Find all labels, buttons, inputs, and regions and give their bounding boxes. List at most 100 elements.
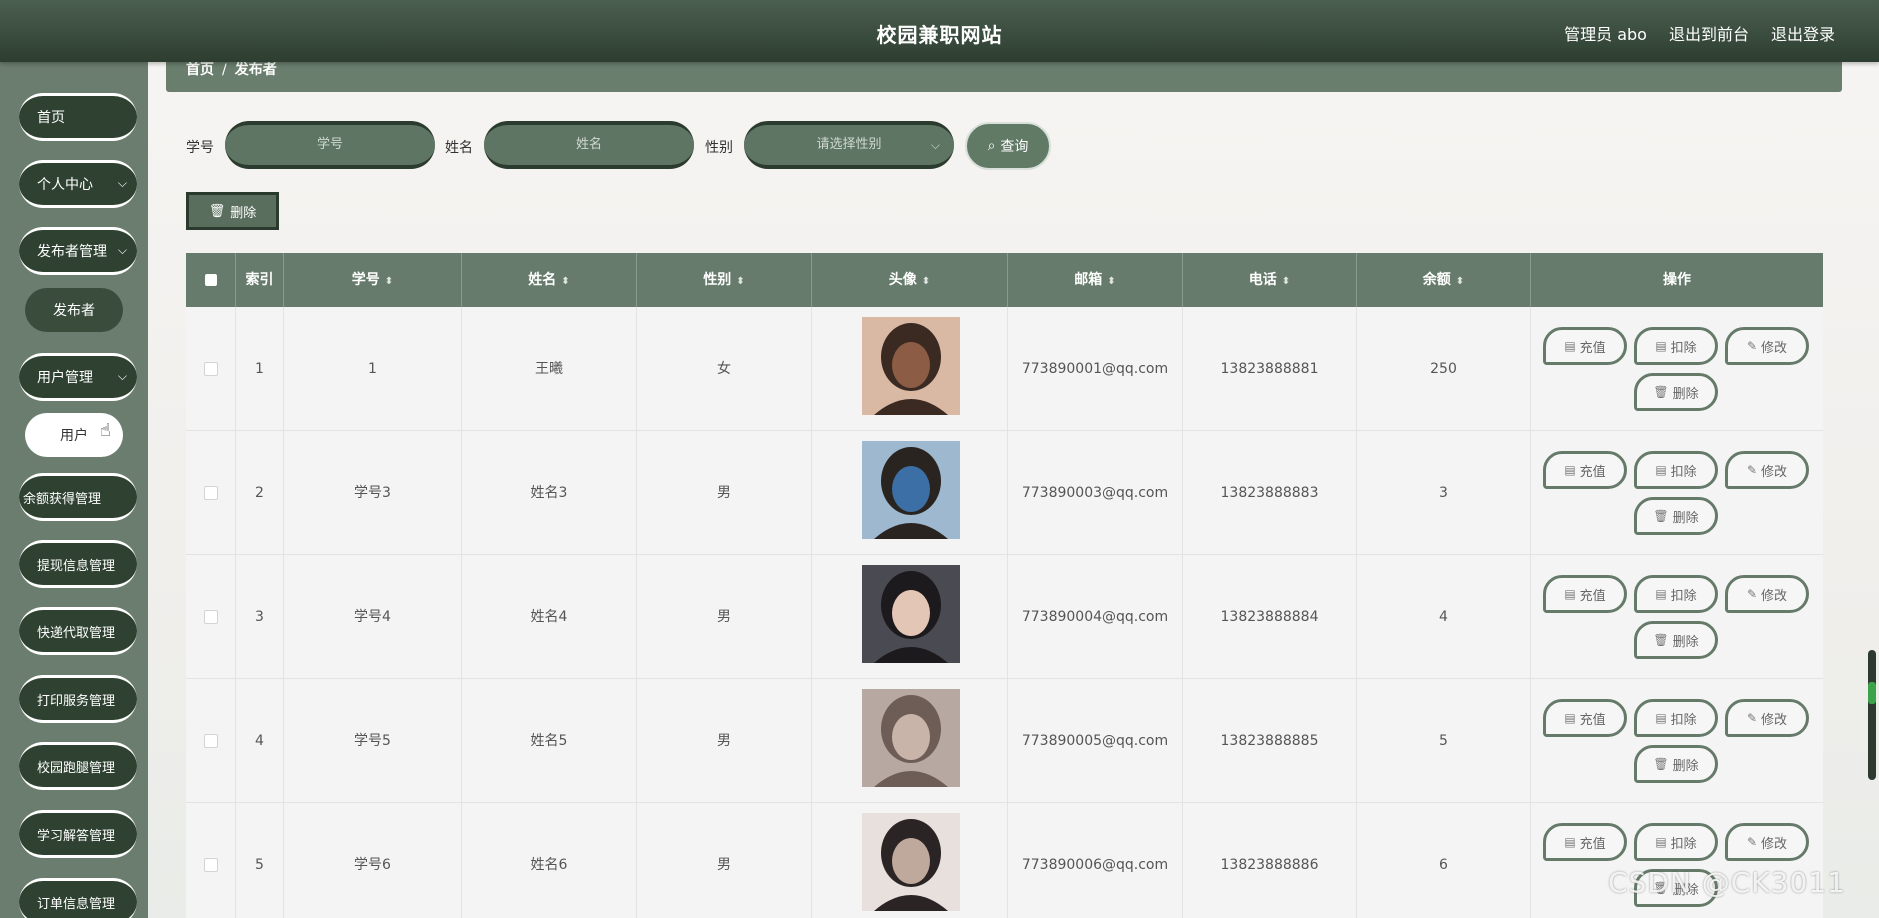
sidebar-item-user-mgmt[interactable]: 用户管理 ⌵ bbox=[19, 353, 137, 401]
recharge-button[interactable]: ▤ 充值 bbox=[1543, 327, 1627, 365]
cell-actions: ▤ 充值 ▤ 扣除 ✎ 修改 🗑 删除 bbox=[1531, 307, 1823, 431]
table-row: 5 学号6 姓名6 男 773890006@qq.com 13823888886… bbox=[186, 803, 1823, 918]
cell-actions: ▤ 充值 ▤ 扣除 ✎ 修改 🗑 删除 bbox=[1531, 803, 1823, 918]
recharge-button[interactable]: ▤ 充值 bbox=[1543, 823, 1627, 861]
cell-xuehao: 学号5 bbox=[284, 679, 462, 803]
row-checkbox[interactable] bbox=[203, 486, 218, 500]
sidebar-item-label: 快递代取管理 bbox=[37, 625, 116, 641]
row-select-cell[interactable] bbox=[186, 431, 236, 555]
row-checkbox[interactable] bbox=[203, 362, 218, 376]
logout-link[interactable]: 退出登录 bbox=[1771, 21, 1835, 45]
scrollbar-thumb[interactable] bbox=[1868, 682, 1876, 704]
sidebar-item-personal-center[interactable]: 个人中心 ⌵ bbox=[19, 160, 137, 208]
xuehao-input[interactable]: 学号 bbox=[225, 121, 435, 169]
sidebar-item-withdraw-mgmt[interactable]: 提现信息管理 bbox=[19, 540, 137, 588]
row-checkbox[interactable] bbox=[203, 734, 218, 748]
select-all-checkbox[interactable] bbox=[204, 274, 217, 286]
table-row: 3 学号4 姓名4 男 773890004@qq.com 13823888884… bbox=[186, 555, 1823, 679]
sort-icon[interactable]: ⬍ bbox=[561, 276, 569, 287]
cell-gender: 男 bbox=[637, 803, 812, 918]
cell-actions: ▤ 充值 ▤ 扣除 ✎ 修改 🗑 删除 bbox=[1531, 431, 1823, 555]
breadcrumb-home[interactable]: 首页 bbox=[186, 62, 214, 78]
row-select-cell[interactable] bbox=[186, 555, 236, 679]
col-header-label: 余额 bbox=[1422, 272, 1451, 288]
edit-pencil-icon: ✎ bbox=[1746, 711, 1758, 725]
sidebar-item-print-mgmt[interactable]: 打印服务管理 bbox=[19, 675, 137, 723]
row-delete-button[interactable]: 🗑 删除 bbox=[1634, 621, 1718, 659]
col-header-avatar[interactable]: 头像 ⬍ bbox=[812, 253, 1008, 307]
search-icon: ⌕ bbox=[987, 138, 996, 154]
sort-icon[interactable]: ⬍ bbox=[736, 276, 744, 287]
gender-select[interactable]: 请选择性别 ⌵ bbox=[744, 121, 954, 169]
cell-avatar bbox=[812, 679, 1008, 803]
sort-icon[interactable]: ⬍ bbox=[385, 276, 393, 287]
sidebar-item-label: 提现信息管理 bbox=[37, 558, 116, 574]
deduct-button[interactable]: ▤ 扣除 bbox=[1634, 699, 1718, 737]
sidebar-item-publisher-mgmt[interactable]: 发布者管理 ⌵ bbox=[19, 227, 137, 275]
cell-phone: 13823888881 bbox=[1183, 307, 1357, 431]
edit-button[interactable]: ✎ 修改 bbox=[1725, 823, 1809, 861]
query-button[interactable]: ⌕ 查询 bbox=[965, 122, 1051, 170]
select-all-cell[interactable] bbox=[186, 253, 236, 307]
avatar bbox=[862, 689, 960, 787]
bulk-delete-button[interactable]: 🗑 删除 bbox=[186, 192, 279, 230]
sort-icon[interactable]: ⬍ bbox=[1456, 276, 1464, 287]
sort-icon[interactable]: ⬍ bbox=[1107, 276, 1115, 287]
row-checkbox[interactable] bbox=[203, 610, 218, 624]
sidebar-item-errand-mgmt[interactable]: 校园跑腿管理 bbox=[19, 742, 137, 790]
xingming-input[interactable]: 姓名 bbox=[484, 121, 694, 169]
sidebar-subitem-publisher[interactable]: 发布者 bbox=[25, 288, 123, 332]
edit-button[interactable]: ✎ 修改 bbox=[1725, 327, 1809, 365]
breadcrumb-separator: / bbox=[222, 62, 227, 78]
row-checkbox[interactable] bbox=[203, 858, 218, 872]
deduct-button[interactable]: ▤ 扣除 bbox=[1634, 327, 1718, 365]
sidebar-item-express-mgmt[interactable]: 快递代取管理 bbox=[19, 607, 137, 655]
sidebar-item-home[interactable]: 首页 bbox=[19, 93, 137, 141]
deduct-button[interactable]: ▤ 扣除 bbox=[1634, 575, 1718, 613]
row-select-cell[interactable] bbox=[186, 803, 236, 918]
col-header-label: 邮箱 bbox=[1074, 272, 1103, 288]
page: 校园兼职网站 管理员 abo 退出到前台 退出登录 首页 个人中心 ⌵ 发布者管理… bbox=[0, 0, 1879, 918]
col-header-email[interactable]: 邮箱 ⬍ bbox=[1008, 253, 1183, 307]
vertical-scrollbar[interactable] bbox=[1868, 650, 1876, 780]
col-header-balance[interactable]: 余额 ⬍ bbox=[1357, 253, 1531, 307]
cell-xuehao: 1 bbox=[284, 307, 462, 431]
recharge-button[interactable]: ▤ 充值 bbox=[1543, 451, 1627, 489]
cell-name: 姓名4 bbox=[462, 555, 637, 679]
col-header-name[interactable]: 姓名 ⬍ bbox=[462, 253, 637, 307]
sidebar-item-label: 打印服务管理 bbox=[37, 693, 116, 709]
recharge-button[interactable]: ▤ 充值 bbox=[1543, 699, 1627, 737]
sidebar-item-balance-mgmt[interactable]: 余额获得管理 bbox=[19, 473, 137, 521]
col-header-label: 学号 bbox=[351, 272, 380, 288]
table-row: 4 学号5 姓名5 男 773890005@qq.com 13823888885… bbox=[186, 679, 1823, 803]
col-header-label: 电话 bbox=[1248, 272, 1277, 288]
sidebar-item-label: 校园跑腿管理 bbox=[37, 760, 116, 776]
cell-email: 773890004@qq.com bbox=[1008, 555, 1183, 679]
exit-to-front-link[interactable]: 退出到前台 bbox=[1669, 21, 1749, 45]
row-delete-button[interactable]: 🗑 删除 bbox=[1634, 745, 1718, 783]
deduct-button[interactable]: ▤ 扣除 bbox=[1634, 823, 1718, 861]
sidebar-item-study-mgmt[interactable]: 学习解答管理 bbox=[19, 810, 137, 858]
cell-name: 姓名3 bbox=[462, 431, 637, 555]
recharge-button[interactable]: ▤ 充值 bbox=[1543, 575, 1627, 613]
col-header-phone[interactable]: 电话 ⬍ bbox=[1183, 253, 1357, 307]
deduct-button[interactable]: ▤ 扣除 bbox=[1634, 451, 1718, 489]
cell-phone: 13823888884 bbox=[1183, 555, 1357, 679]
sort-icon[interactable]: ⬍ bbox=[922, 276, 930, 287]
row-delete-button[interactable]: 🗑 删除 bbox=[1634, 373, 1718, 411]
edit-button[interactable]: ✎ 修改 bbox=[1725, 575, 1809, 613]
document-icon: ▤ bbox=[1655, 835, 1667, 849]
sort-icon[interactable]: ⬍ bbox=[1282, 276, 1290, 287]
edit-button[interactable]: ✎ 修改 bbox=[1725, 699, 1809, 737]
edit-label: 修改 bbox=[1761, 340, 1788, 356]
sidebar-item-order-mgmt[interactable]: 订单信息管理 bbox=[19, 878, 137, 918]
edit-button[interactable]: ✎ 修改 bbox=[1725, 451, 1809, 489]
col-header-xuehao[interactable]: 学号 ⬍ bbox=[284, 253, 462, 307]
row-delete-button[interactable]: 🗑 删除 bbox=[1634, 497, 1718, 535]
row-select-cell[interactable] bbox=[186, 679, 236, 803]
row-select-cell[interactable] bbox=[186, 307, 236, 431]
col-header-gender[interactable]: 性别 ⬍ bbox=[637, 253, 812, 307]
cell-gender: 女 bbox=[637, 307, 812, 431]
edit-pencil-icon: ✎ bbox=[1746, 339, 1758, 353]
deduct-label: 扣除 bbox=[1670, 836, 1697, 852]
